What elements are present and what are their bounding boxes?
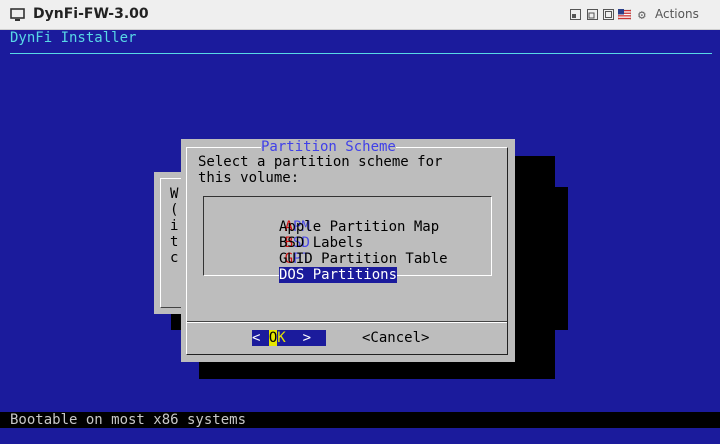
cancel-button[interactable]: <Cancel> [362,330,429,346]
item-description: DOS Partitions [279,267,398,283]
flag-icon[interactable] [618,9,631,20]
installer-screen: DynFi Installer W ( i t c Partition Sche… [0,30,720,428]
fullscreen-icon[interactable] [587,9,598,20]
monitor-icon [10,8,25,21]
restore-icon[interactable] [603,9,614,20]
background-dialog-line: ( [170,202,179,218]
installer-title: DynFi Installer [10,30,137,46]
button-separator [187,322,507,323]
ok-button[interactable]: < OK > [252,330,326,346]
dialog-prompt: Select a partition scheme for this volum… [198,154,443,186]
status-text: Bootable on most x86 systems [10,412,247,428]
ok-label-rest: K [277,330,286,346]
title-divider [10,53,712,54]
list-item-mbr[interactable]: MBRDOS Partitions [234,251,398,299]
button-bracket: < [252,330,269,346]
status-bar: Bootable on most x86 systems [0,412,720,428]
gear-icon[interactable]: ⚙ [638,8,646,23]
background-dialog-text: W ( i t c [170,186,178,266]
background-dialog-line: c [170,250,179,266]
partition-scheme-dialog: Partition Scheme Select a partition sche… [181,139,515,362]
dialog-title: Partition Scheme [261,139,396,155]
background-dialog-line: t [170,234,179,250]
window-title: DynFi-FW-3.00 [33,6,149,22]
background-dialog-line: W [170,186,179,202]
scale-icon[interactable] [570,9,581,20]
button-bracket: > [285,330,312,346]
background-dialog-line: i [170,218,179,234]
actions-menu[interactable]: Actions [655,7,699,21]
window-titlebar: DynFi-FW-3.00 ⚙ Actions [0,0,720,30]
